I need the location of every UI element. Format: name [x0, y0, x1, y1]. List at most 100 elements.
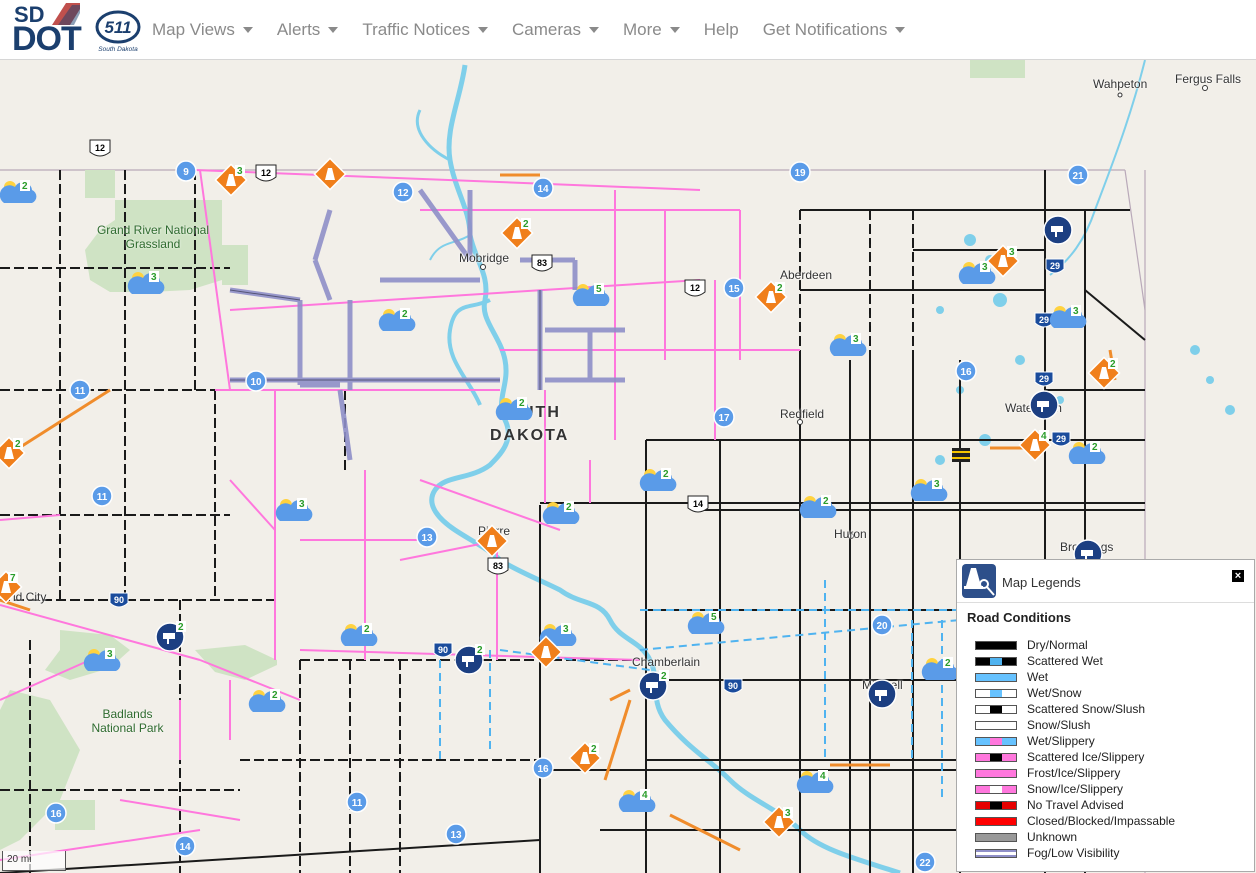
legend-item: Wet [975, 669, 1175, 685]
legend-item: Unknown [975, 829, 1175, 845]
camera-marker: 9 [175, 160, 197, 182]
weather-marker: 2 [921, 657, 959, 680]
weather-marker: 3 [275, 498, 313, 521]
swatch-unknown [975, 832, 1017, 842]
camera-marker: 22 [914, 851, 936, 873]
svg-text:2: 2 [823, 496, 829, 507]
camera-group-marker: 2 [638, 670, 669, 701]
svg-text:16: 16 [50, 809, 62, 820]
svg-text:4: 4 [642, 790, 648, 801]
nav-alerts-label: Alerts [276, 20, 321, 39]
weather-marker: 2 [639, 468, 677, 491]
legend-section-title: Road Conditions [967, 610, 1071, 625]
svg-text:21: 21 [1072, 171, 1084, 182]
nav-menu: Map Views Alerts Traffic Notices Cameras… [140, 0, 917, 60]
construction-marker [475, 524, 509, 558]
logo-511[interactable]: 511 South Dakota [94, 10, 142, 54]
cone-key-icon [964, 568, 995, 596]
weather-marker: 2 [495, 397, 533, 420]
svg-text:16: 16 [960, 367, 972, 378]
legend-list: Dry/Normal Scattered Wet Wet Wet/Snow Sc… [975, 637, 1175, 861]
construction-marker: 4 [1018, 428, 1052, 462]
svg-text:5: 5 [596, 284, 602, 295]
chevron-down-icon [242, 27, 253, 33]
legend-item: Snow/Ice/Slippery [975, 781, 1175, 797]
swatch-scattered-ice [975, 752, 1017, 762]
weather-marker: 5 [572, 283, 610, 306]
camera-marker: 19 [789, 161, 811, 183]
nav-traffic-notices[interactable]: Traffic Notices [350, 20, 500, 40]
construction-marker: 2 [754, 280, 788, 314]
nav-map-views[interactable]: Map Views [140, 20, 265, 40]
svg-text:13: 13 [450, 830, 462, 841]
svg-text:3: 3 [107, 649, 113, 660]
svg-text:3: 3 [934, 479, 940, 490]
nav-get-notifications-label: Get Notifications [762, 20, 888, 39]
weather-marker: 4 [796, 770, 834, 793]
camera-marker: 10 [245, 370, 267, 392]
svg-text:3: 3 [982, 262, 988, 273]
nav-get-notifications[interactable]: Get Notifications [751, 20, 918, 40]
svg-text:3: 3 [785, 808, 791, 819]
camera-group-marker: 2 [454, 644, 485, 675]
construction-marker: 2 [500, 216, 534, 250]
weather-marker: 2 [0, 180, 37, 203]
svg-text:17: 17 [718, 413, 730, 424]
weather-marker: 3 [83, 648, 121, 671]
nav-map-views-label: Map Views [152, 20, 235, 39]
swatch-dry [975, 640, 1017, 650]
camera-marker: 20 [871, 614, 893, 636]
nav-cameras[interactable]: Cameras [500, 20, 611, 40]
weather-marker: 3 [910, 478, 948, 501]
weather-marker: 3 [829, 333, 867, 356]
construction-marker: 3 [214, 163, 248, 197]
svg-text:2: 2 [591, 744, 597, 755]
camera-marker: 11 [91, 485, 113, 507]
sddot-logo[interactable]: SD DOT [12, 2, 82, 58]
legend-item: Frost/Ice/Slippery [975, 765, 1175, 781]
chevron-down-icon [669, 27, 680, 33]
swatch-wet [975, 672, 1017, 682]
nav-alerts[interactable]: Alerts [265, 20, 350, 40]
nav-help[interactable]: Help [692, 20, 751, 40]
svg-text:2: 2 [272, 690, 278, 701]
weather-marker: 3 [1049, 305, 1087, 328]
camera-group-marker [1043, 215, 1073, 245]
close-icon[interactable]: × [1232, 570, 1244, 582]
swatch-no-travel [975, 800, 1017, 810]
svg-text:2: 2 [178, 622, 184, 633]
nav-more-label: More [622, 20, 662, 39]
svg-text:19: 19 [794, 168, 806, 179]
construction-marker: 2 [568, 741, 602, 775]
camera-marker: 11 [69, 379, 91, 401]
svg-text:12: 12 [397, 188, 409, 199]
svg-text:2: 2 [22, 181, 28, 192]
swatch-snow-slush [975, 720, 1017, 730]
svg-text:10: 10 [250, 377, 262, 388]
svg-text:14: 14 [537, 184, 549, 195]
construction-marker: 7 [0, 570, 23, 604]
legend-item: Scattered Snow/Slush [975, 701, 1175, 717]
legend-item: No Travel Advised [975, 797, 1175, 813]
nav-cameras-label: Cameras [512, 20, 581, 39]
svg-text:3: 3 [1073, 306, 1079, 317]
svg-text:16: 16 [537, 764, 549, 775]
camera-group-marker [867, 679, 897, 709]
map-legend-panel: Map Legends × Road Conditions Dry/Normal… [956, 559, 1255, 872]
map-scale: 20 mi [2, 851, 66, 871]
svg-text:2: 2 [519, 398, 525, 409]
svg-text:2: 2 [661, 671, 667, 682]
swatch-frost-ice [975, 768, 1017, 778]
svg-text:13: 13 [421, 533, 433, 544]
nav-more[interactable]: More [611, 20, 692, 40]
camera-marker: 16 [45, 802, 67, 824]
chevron-down-icon [478, 27, 489, 33]
svg-text:5: 5 [711, 612, 717, 623]
legend-item: Fog/Low Visibility [975, 845, 1175, 861]
svg-text:2: 2 [1110, 359, 1116, 370]
construction-marker: 2 [1087, 356, 1121, 390]
logo-511-number: 511 [104, 18, 131, 37]
top-navbar: SD DOT 511 South Dakota Map Views Alerts… [0, 0, 1256, 60]
logo-dot-text: DOT [12, 20, 82, 58]
svg-text:20: 20 [876, 621, 888, 632]
